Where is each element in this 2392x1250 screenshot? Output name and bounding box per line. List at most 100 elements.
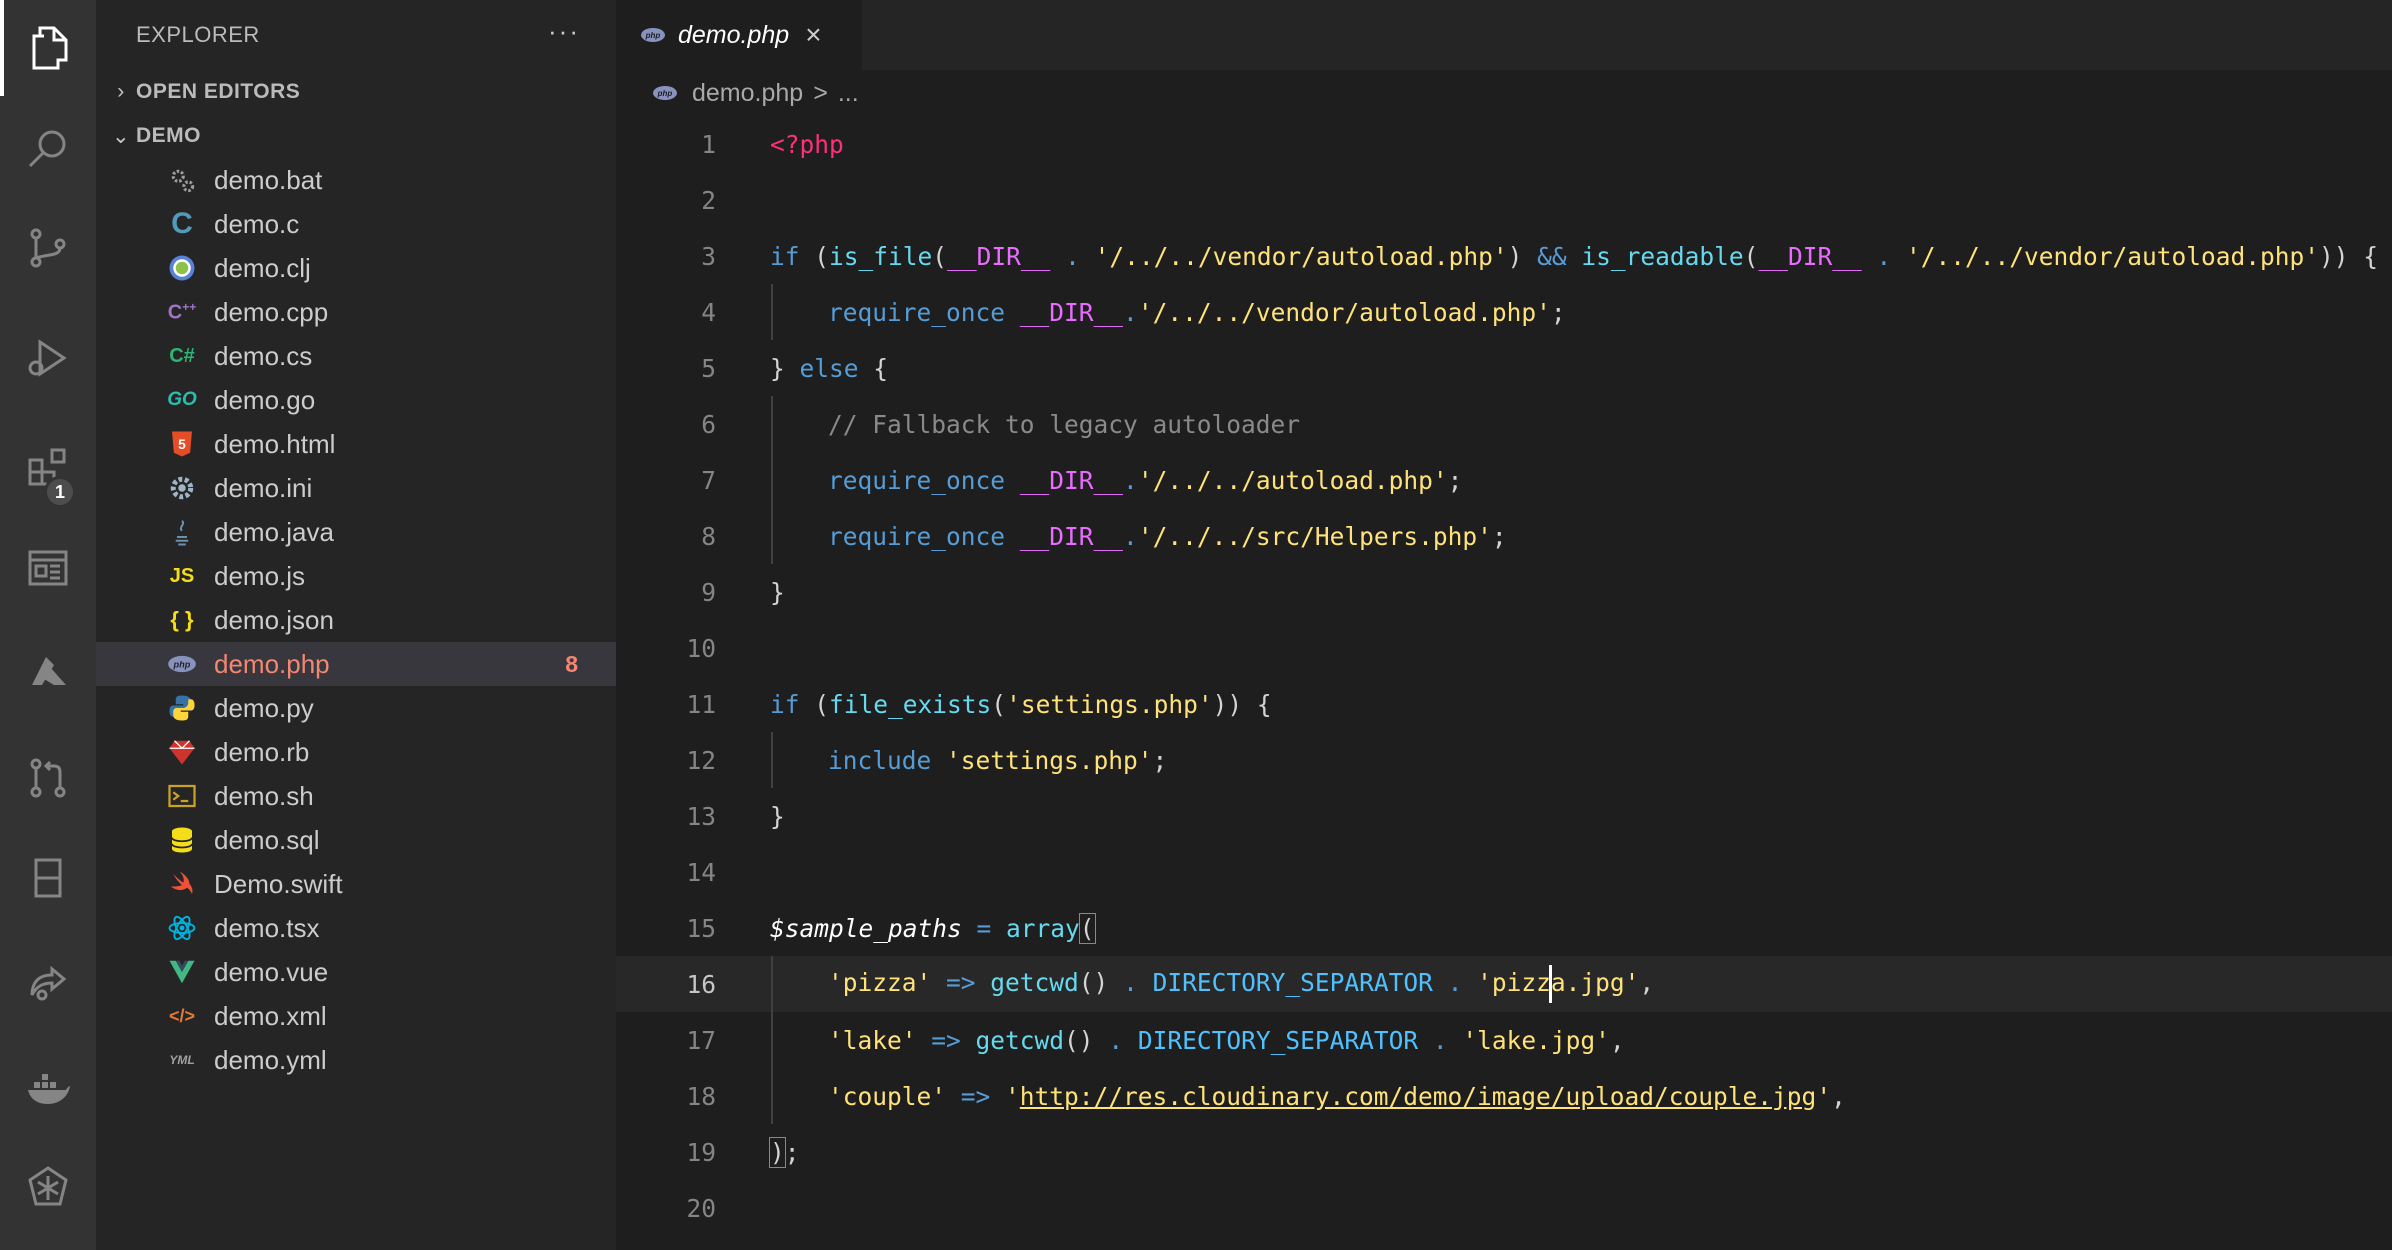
file-name: demo.vue — [214, 957, 328, 988]
line-number: 17 — [616, 1026, 716, 1055]
browser-preview-activity-button[interactable] — [0, 520, 96, 616]
chevron-down-icon: ⌄ — [106, 124, 136, 149]
code-line: 13} — [616, 788, 2392, 844]
line-number: 12 — [616, 746, 716, 775]
code-line: 1<?php — [616, 116, 2392, 172]
run-debug-activity-button[interactable] — [0, 310, 96, 406]
browser-preview-icon — [24, 544, 72, 592]
code-line: 20 — [616, 1180, 2392, 1236]
indent-guide — [771, 1012, 773, 1068]
code-line: 4require_once __DIR__.'/../../vendor/aut… — [616, 284, 2392, 340]
chevron-right-icon: › — [106, 80, 136, 104]
line-number: 16 — [616, 970, 716, 999]
source-control-activity-button[interactable] — [0, 200, 96, 296]
file-name: Demo.swift — [214, 869, 343, 900]
more-actions-button[interactable]: ··· — [548, 16, 580, 47]
docker-icon — [24, 1064, 72, 1112]
code-line: 14 — [616, 844, 2392, 900]
shell-icon — [164, 780, 200, 812]
indent-guide — [771, 396, 773, 452]
file-name: demo.go — [214, 385, 315, 416]
extensions-badge: 1 — [44, 476, 76, 508]
file-item[interactable]: demo.tsx — [96, 906, 616, 950]
code-line: 17'lake' => getcwd() . DIRECTORY_SEPARAT… — [616, 1012, 2392, 1068]
xml-icon: </> — [164, 1000, 200, 1032]
file-item[interactable]: JSdemo.js — [96, 554, 616, 598]
svg-text:php: php — [657, 89, 673, 98]
file-item[interactable]: 5demo.html — [96, 422, 616, 466]
indent-guide — [771, 1068, 773, 1124]
file-name: demo.clj — [214, 253, 311, 284]
file-item[interactable]: GOdemo.go — [96, 378, 616, 422]
line-number: 11 — [616, 690, 716, 719]
kubernetes-activity-button[interactable] — [0, 1140, 96, 1236]
code-line-current: 16'pizza' => getcwd() . DIRECTORY_SEPARA… — [616, 956, 2392, 1012]
file-item[interactable]: Demo.swift — [96, 862, 616, 906]
json-icon: { } — [164, 604, 200, 636]
source-control-icon — [24, 224, 72, 272]
code-line: 7require_once __DIR__.'/../../autoload.p… — [616, 452, 2392, 508]
code-line: 18'couple' => 'http://res.cloudinary.com… — [616, 1068, 2392, 1124]
docker-activity-button[interactable] — [0, 1040, 96, 1136]
breadcrumb-more[interactable]: ... — [838, 79, 859, 108]
demo-folder-section[interactable]: ⌄ DEMO — [96, 114, 616, 158]
tab-demo-php[interactable]: php demo.php × — [616, 0, 862, 70]
file-item[interactable]: demo.java — [96, 510, 616, 554]
pull-request-activity-button[interactable] — [0, 730, 96, 826]
files-icon — [26, 24, 74, 72]
file-item[interactable]: demo.py — [96, 686, 616, 730]
yaml-icon: YML — [164, 1044, 200, 1076]
search-activity-button[interactable] — [0, 100, 96, 196]
clojure-icon — [164, 252, 200, 284]
breadcrumb-file[interactable]: demo.php — [692, 79, 803, 108]
explorer-activity-button[interactable] — [0, 0, 96, 96]
file-item[interactable]: { } demo.json — [96, 598, 616, 642]
code-line: 11if (file_exists('settings.php')) { — [616, 676, 2392, 732]
file-item[interactable]: demo.ini — [96, 466, 616, 510]
sidebar-header: EXPLORER ··· — [96, 0, 616, 70]
file-name: demo.c — [214, 209, 299, 240]
js-icon: JS — [164, 560, 200, 592]
file-item[interactable]: demo.bat — [96, 158, 616, 202]
csharp-icon: C# — [164, 340, 200, 372]
breadcrumb-separator: > — [813, 79, 828, 108]
file-item[interactable]: demo.rb — [96, 730, 616, 774]
file-item[interactable]: C#demo.cs — [96, 334, 616, 378]
search-icon — [24, 124, 72, 172]
file-item[interactable]: demo.sh — [96, 774, 616, 818]
file-item[interactable]: C++demo.cpp — [96, 290, 616, 334]
indent-guide — [771, 508, 773, 564]
c-icon: C — [164, 208, 200, 240]
file-item[interactable]: demo.sql — [96, 818, 616, 862]
tab-bar: php demo.php × — [616, 0, 2392, 70]
code-editor[interactable]: 1<?php 2 3if (is_file(__DIR__ . '/../../… — [616, 116, 2392, 1236]
file-item[interactable]: Cdemo.c — [96, 202, 616, 246]
file-item[interactable]: demo.clj — [96, 246, 616, 290]
svg-text:php: php — [173, 659, 191, 669]
file-item[interactable]: </>demo.xml — [96, 994, 616, 1038]
file-item[interactable]: YMLdemo.yml — [96, 1038, 616, 1082]
bracket-match: ( — [1080, 914, 1095, 943]
editor-area: php demo.php × php demo.php > ... 1<?php… — [616, 0, 2392, 1250]
remote-explorer-activity-button[interactable] — [0, 830, 96, 926]
code-line: 12include 'settings.php'; — [616, 732, 2392, 788]
file-name: demo.php — [214, 649, 330, 680]
indent-guide — [771, 956, 773, 1012]
code-line: 3if (is_file(__DIR__ . '/../../vendor/au… — [616, 228, 2392, 284]
kubernetes-icon — [24, 1164, 72, 1212]
php-icon: php — [640, 27, 666, 43]
extensions-activity-button[interactable]: 1 — [0, 420, 96, 516]
breadcrumb: php demo.php > ... — [616, 70, 2392, 116]
database-icon — [164, 824, 200, 856]
file-name: demo.json — [214, 605, 334, 636]
code-line: 5} else { — [616, 340, 2392, 396]
live-share-activity-button[interactable] — [0, 935, 96, 1031]
close-icon[interactable]: × — [805, 19, 821, 51]
azure-activity-button[interactable] — [0, 625, 96, 721]
file-item[interactable]: demo.vue — [96, 950, 616, 994]
php-icon: php — [164, 648, 200, 680]
file-item[interactable]: phpdemo.php8 — [96, 642, 616, 686]
svg-text:php: php — [645, 31, 661, 40]
open-editors-section[interactable]: › OPEN EDITORS — [96, 70, 616, 114]
url-link[interactable]: http://res.cloudinary.com/demo/image/upl… — [1020, 1082, 1817, 1111]
